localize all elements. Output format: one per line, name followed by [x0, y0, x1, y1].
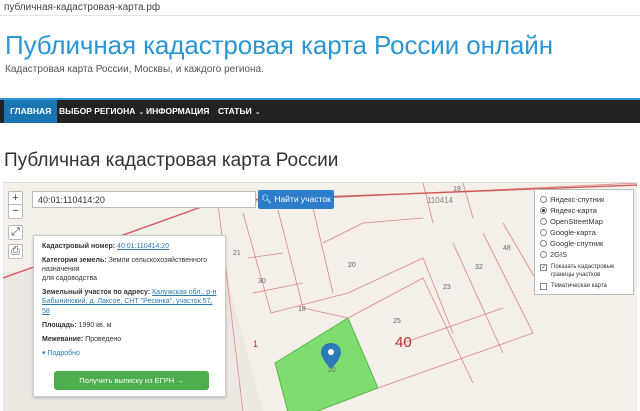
block-number-label: 110414: [427, 196, 454, 205]
parcel-label: 19: [453, 186, 461, 193]
parcel-label: 18: [298, 306, 306, 313]
chevron-down-icon: ▾: [42, 349, 46, 357]
parcel-label: 30: [258, 278, 266, 285]
get-egrn-extract-button[interactable]: Получить выписку из ЕГРН →: [54, 371, 209, 390]
layer-option[interactable]: Яндекс-карта: [540, 205, 628, 216]
nav-item-home[interactable]: ГЛАВНАЯ: [4, 100, 58, 123]
radio-icon[interactable]: [540, 196, 547, 203]
parcel-info-card: Кадастровый номер: 40:01:110414:20 Катег…: [33, 235, 226, 397]
thematic-map-option[interactable]: Тематическая карта: [540, 283, 628, 291]
nav-info-label: ИНФОРМАЦИЯ: [146, 106, 210, 116]
layer-label: Google-карта: [550, 228, 596, 237]
area-label: Площадь:: [42, 321, 77, 329]
radio-icon[interactable]: [540, 229, 547, 236]
site-subtitle: Кадастровая карта России, Москвы, и кажд…: [5, 64, 264, 75]
address-label: Земельный участок по адресу:: [42, 289, 151, 297]
find-parcel-label: Найти участок: [274, 194, 331, 204]
area-value: 1990 кв. м: [78, 321, 112, 329]
radio-icon[interactable]: [540, 218, 547, 225]
checkbox-checked-icon[interactable]: ✓: [540, 264, 547, 271]
layer-label: OpenStreetMap: [550, 217, 603, 226]
parcel-label: 20: [348, 262, 356, 269]
site-title[interactable]: Публичная кадастровая карта России онлай…: [5, 30, 553, 61]
category-value-2: для садоводства: [42, 275, 97, 283]
thematic-label: Тематическая карта: [551, 283, 607, 289]
selected-parcel[interactable]: [274, 317, 379, 411]
parcel-label: 25: [393, 318, 401, 325]
show-borders-label: Показать кадастровые границы участков: [551, 264, 615, 278]
fullscreen-icon[interactable]: ⤢: [8, 225, 23, 240]
cadastral-map[interactable]: 19 21 30 20 18 25 23 32 48 20 110414 40 …: [3, 182, 637, 411]
layer-option[interactable]: Google-спутник: [540, 238, 628, 249]
find-parcel-button[interactable]: 🔍︎ Найти участок: [258, 190, 334, 209]
layer-label: Яндекс-спутник: [550, 195, 605, 204]
main-navbar: ГЛАВНАЯ ВЫБОР РЕГИОНА ⌄ ИНФОРМАЦИЯ СТАТЬИ…: [0, 98, 640, 123]
parcel-label: 20: [328, 367, 336, 374]
parcel-label: 48: [503, 245, 511, 252]
layer-label: Google-спутник: [550, 239, 604, 248]
details-label: Подробно: [47, 349, 80, 357]
page-title: Публичная кадастровая карта России: [4, 150, 339, 171]
nav-region-label: ВЫБОР РЕГИОНА: [59, 106, 136, 116]
parcel-label: 32: [475, 264, 483, 271]
nav-item-region[interactable]: ВЫБОР РЕГИОНА ⌄: [53, 100, 150, 123]
cadnum-link[interactable]: 40:01:110414:20: [117, 243, 169, 250]
nav-item-articles[interactable]: СТАТЬИ ⌄: [212, 100, 267, 123]
layer-option[interactable]: Google-карта: [540, 227, 628, 238]
parcel-label: 23: [443, 284, 451, 291]
show-borders-option[interactable]: ✓ Показать кадастровые границы участков: [540, 264, 628, 279]
details-toggle[interactable]: ▾ Подробно: [42, 349, 217, 357]
layer-label: Яндекс-карта: [550, 206, 597, 215]
zoom-out-button[interactable]: −: [8, 204, 23, 219]
layer-option[interactable]: 2GIS: [540, 249, 628, 260]
layer-option[interactable]: Яндекс-спутник: [540, 194, 628, 205]
block-region-label: 1: [253, 339, 258, 349]
checkbox-icon[interactable]: [540, 283, 547, 290]
survey-value: Проведено: [85, 335, 122, 343]
category-label: Категория земель:: [42, 257, 107, 265]
survey-label: Межевание:: [42, 335, 84, 343]
block-region-label: 40: [395, 334, 412, 351]
radio-icon[interactable]: [540, 207, 547, 214]
search-icon: 🔍︎: [261, 194, 272, 204]
chevron-down-icon: ⌄: [254, 109, 261, 116]
cadnum-label: Кадастровый номер:: [42, 243, 116, 250]
print-icon[interactable]: ⎙: [8, 244, 23, 259]
cadastral-search-input[interactable]: [32, 191, 256, 208]
layer-option[interactable]: OpenStreetMap: [540, 216, 628, 227]
nav-articles-label: СТАТЬИ: [218, 106, 252, 116]
browser-address-bar[interactable]: публичная-кадастровая-карта.рф: [0, 0, 640, 16]
layer-label: 2GIS: [550, 250, 568, 259]
radio-icon[interactable]: [540, 240, 547, 247]
url-text: публичная-кадастровая-карта.рф: [4, 2, 161, 13]
map-layers-panel: Яндекс-спутник Яндекс-карта OpenStreetMa…: [534, 189, 634, 295]
parcel-label: 21: [233, 250, 241, 257]
radio-icon[interactable]: [540, 251, 547, 258]
nav-item-info[interactable]: ИНФОРМАЦИЯ: [140, 100, 215, 123]
nav-home-label: ГЛАВНАЯ: [10, 106, 52, 116]
